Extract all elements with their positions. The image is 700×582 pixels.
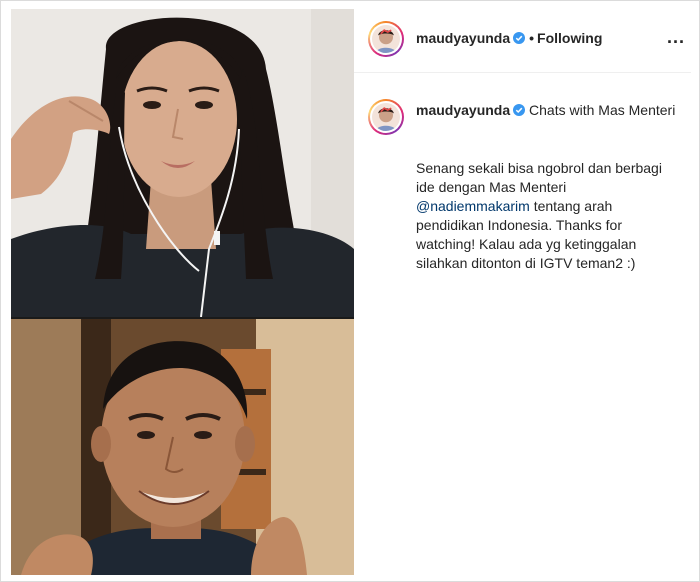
mention-link[interactable]: @nadiemmakarim [416,198,530,214]
verified-badge-icon [513,102,526,116]
verified-badge-icon [513,31,526,44]
post-media[interactable] [11,9,354,575]
caption-body-start: Senang sekali bisa ngobrol dan berbagi i… [416,160,662,195]
caption-header: maudyayunda Chats with Mas Menteri [416,101,678,120]
post-header: maudyayunda • Following ... [354,9,691,73]
profile-picture [372,103,400,131]
username-link[interactable]: maudyayunda [416,30,510,46]
instagram-post: maudyayunda •Following ... maudyayunda [0,0,700,582]
avatar[interactable] [368,99,404,135]
caption-title: Chats with Mas Menteri [529,102,676,118]
post-panel: maudyayunda •Following ... maudyayunda [354,9,691,575]
caption-text: Senang sekali bisa ngobrol dan berbagi i… [416,159,678,273]
profile-picture [372,25,400,53]
separator-dot: • [529,30,535,46]
video-top-speaker [11,9,354,317]
video-bottom-speaker [11,319,354,575]
avatar[interactable] [368,21,404,57]
post-header-line: maudyayunda • Following [416,30,602,46]
following-button[interactable]: Following [537,30,602,46]
caption-username-link[interactable]: maudyayunda [416,102,510,118]
more-options-icon[interactable]: ... [667,27,685,48]
